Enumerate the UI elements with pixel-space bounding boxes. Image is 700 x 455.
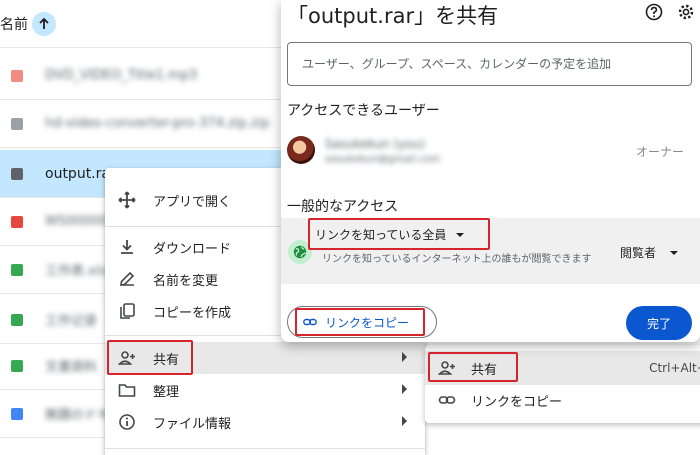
chevron-right-icon	[402, 352, 407, 362]
menu-item-organize[interactable]: 整理	[105, 374, 425, 406]
globe-icon	[288, 240, 312, 264]
link-icon	[303, 318, 317, 326]
menu-divider	[105, 448, 425, 449]
download-icon	[118, 238, 136, 256]
file-type-icon	[11, 313, 23, 326]
menu-item-label: コピーを作成	[153, 305, 232, 321]
chevron-right-icon	[402, 384, 407, 394]
help-icon[interactable]	[645, 3, 663, 21]
pencil-icon	[118, 270, 136, 288]
menu-item-label: 共有	[153, 352, 180, 368]
file-name: 工作表.xlsx	[45, 264, 114, 279]
folder-icon	[118, 381, 136, 399]
menu-item-label: アプリで開く	[153, 194, 232, 210]
copy-link-button[interactable]: リンクをコピー	[287, 306, 437, 338]
done-button[interactable]: 完了	[626, 306, 692, 340]
role-dropdown[interactable]: 閲覧者	[620, 244, 678, 261]
submenu-item-label: リンクをコピー	[471, 394, 563, 410]
file-type-icon	[11, 407, 23, 420]
file-type-icon	[11, 117, 23, 130]
owner-name: Sasukekun (you)	[325, 137, 425, 151]
access-description: リンクを知っているインターネット上の誰もが閲覧できます	[322, 254, 592, 265]
share-dialog: 「output.rar」を共有 アクセスできるユーザー Sasukekun (y…	[281, 0, 700, 342]
add-people-input[interactable]	[287, 42, 692, 86]
arrow-up-icon	[39, 17, 49, 29]
gear-icon[interactable]	[677, 3, 695, 21]
general-access-row: リンクを知っている全員 リンクを知っているインターネット上の誰もが閲覧できます …	[281, 218, 700, 284]
menu-item-file-info[interactable]: ファイル情報	[105, 406, 425, 438]
access-level-dropdown[interactable]: リンクを知っている全員	[315, 226, 465, 243]
menu-item-share[interactable]: 共有	[105, 342, 425, 374]
menu-item-label: 整理	[153, 384, 180, 400]
submenu-item-copy-link[interactable]: リンクをコピー	[425, 383, 700, 417]
name-column-header[interactable]: 名前	[0, 14, 28, 34]
caret-down-icon	[670, 250, 678, 255]
menu-item-label: ダウンロード	[153, 241, 232, 257]
copy-link-label: リンクをコピー	[325, 315, 410, 330]
copy-icon	[118, 302, 136, 320]
file-row[interactable]: hd-video-converter-pro-374.zip.zip	[0, 100, 285, 148]
move-arrows-icon	[118, 191, 136, 209]
info-icon	[118, 413, 136, 431]
general-access-title: 一般的なアクセス	[287, 199, 399, 215]
file-type-icon	[11, 263, 23, 276]
submenu-item-share[interactable]: 共有 Ctrl+Alt+A	[425, 351, 700, 385]
shortcut-hint: Ctrl+Alt+A	[649, 361, 700, 375]
dialog-title: 「output.rar」を共有	[287, 4, 499, 28]
file-type-icon	[11, 69, 23, 82]
person-add-icon	[438, 359, 456, 377]
role-label: 閲覧者	[619, 246, 656, 260]
file-name: 工作记录	[45, 314, 98, 329]
file-name: DVD_VIDEO_Title1.mp3	[45, 68, 198, 83]
file-type-icon	[11, 359, 23, 372]
avatar	[287, 136, 315, 164]
menu-item-label: ファイル情報	[153, 416, 232, 432]
file-type-icon	[11, 215, 23, 228]
file-name: 文書資料	[45, 360, 98, 375]
people-with-access-title: アクセスできるユーザー	[287, 103, 440, 119]
file-name: hd-video-converter-pro-374.zip.zip	[45, 116, 270, 131]
list-header: 名前	[0, 0, 285, 48]
submenu-item-label: 共有	[471, 362, 498, 378]
archive-file-icon	[11, 167, 23, 180]
file-row[interactable]: DVD_VIDEO_Title1.mp3	[0, 52, 285, 100]
share-submenu: 共有 Ctrl+Alt+A リンクをコピー	[425, 345, 700, 423]
owner-email: sasukekun@gmail.com	[325, 154, 440, 165]
caret-down-icon	[456, 232, 465, 237]
access-level-label: リンクを知っている全員	[315, 228, 447, 242]
owner-role-label: オーナー	[635, 145, 684, 159]
link-icon	[438, 391, 456, 409]
menu-item-label: 名前を変更	[153, 273, 219, 289]
sort-ascending-button[interactable]	[32, 11, 56, 36]
person-add-icon	[118, 349, 136, 367]
chevron-right-icon	[402, 416, 407, 426]
